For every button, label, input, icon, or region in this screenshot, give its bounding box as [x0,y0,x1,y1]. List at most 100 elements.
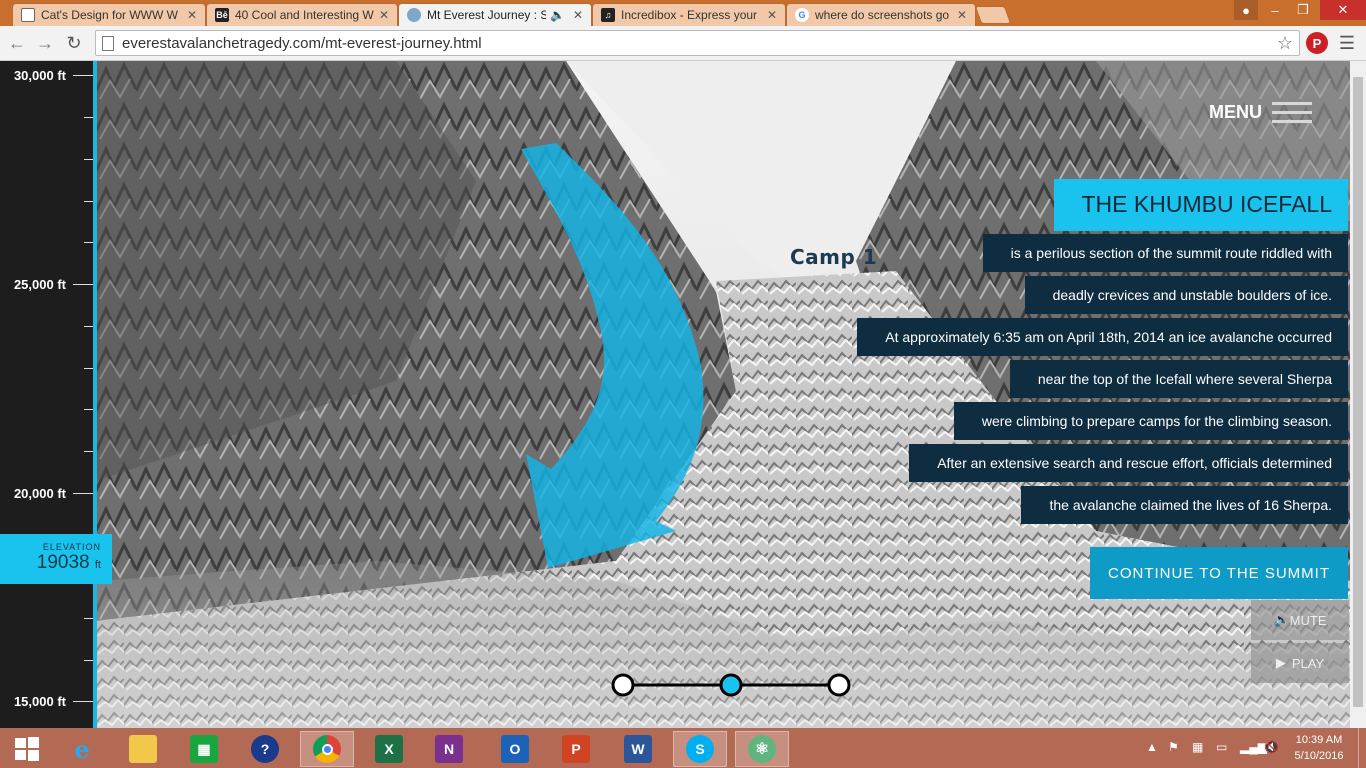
word-icon: W [624,735,652,763]
forward-button[interactable]: → [34,32,56,54]
elevation-value: 19038 [36,552,90,573]
store-icon: ▦ [190,735,218,763]
close-icon[interactable]: ✕ [187,8,197,22]
taskbar-explorer[interactable] [116,731,170,767]
file-explorer-icon [129,735,157,763]
ruler-tick [73,284,93,285]
reload-button[interactable]: ↻ [63,32,85,54]
close-icon[interactable]: ✕ [379,8,389,22]
taskbar-atom[interactable]: ⚛ [735,731,789,767]
menu-label: MENU [1209,102,1262,122]
story-title: THE KHUMBU ICEFALL [1053,179,1348,231]
play-icon: ▶ [1275,655,1286,670]
mute-button[interactable]: 🔈 MUTE [1251,600,1349,640]
speaker-icon: 🔈 [549,8,565,22]
story-line: At approximately 6:35 am on April 18th, … [857,318,1348,356]
back-button[interactable]: ← [6,32,28,54]
tab-4[interactable]: G where do screenshots go ✕ [786,3,976,26]
story-line: were climbing to prepare camps for the c… [953,402,1348,440]
address-bar[interactable]: everestavalanchetragedy.com/mt-everest-j… [95,30,1300,56]
tab-3[interactable]: ♫ Incredibox - Express your ✕ [592,3,786,26]
signal-icon[interactable]: ▂▄▆ [1240,740,1267,754]
ruler-tick [73,75,93,76]
ruler-tick [84,201,93,202]
taskbar-help[interactable]: ? [238,731,292,767]
hamburger-icon [1272,96,1312,129]
document-icon [21,8,35,22]
url-text: everestavalanchetragedy.com/mt-everest-j… [122,34,482,52]
timeline-step-1[interactable] [611,673,635,697]
story-line: the avalanche claimed the lives of 16 Sh… [1021,486,1348,524]
tab-strip: Cat's Design for WWW W ✕ Bē 40 Cool and … [0,0,1366,26]
ruler-label-15000: 15,000 ft [13,694,66,709]
minimize-button[interactable]: – [1262,0,1288,20]
page-content: 30,000 ft 25,000 ft 20,000 ft 15,000 ft … [0,61,1366,728]
taskbar-skype[interactable]: S [673,731,727,767]
taskbar: e ▦ ? X N O P W S ⚛ ▲ ⚑ ▦ ▭ ▂▄▆ 🔇 10:39 … [0,728,1366,768]
tab-label: where do screenshots go [815,8,950,22]
menu-button[interactable]: MENU [1209,96,1312,129]
flag-icon[interactable]: ⚑ [1168,740,1179,754]
elevation-unit: ft [94,559,101,571]
taskbar-outlook[interactable]: O [488,731,542,767]
ruler-tick [84,409,93,410]
browser-toolbar: ← → ↻ everestavalanchetragedy.com/mt-eve… [0,26,1366,61]
story-line: near the top of the Icefall where severa… [1009,360,1348,398]
taskbar-excel[interactable]: X [362,731,416,767]
windows-icon[interactable]: ▦ [1192,740,1203,754]
start-button[interactable] [0,731,54,767]
scrollbar-thumb[interactable] [1353,77,1363,707]
page-scrollbar[interactable] [1350,61,1366,728]
ruler-line [93,61,97,728]
chrome-icon [313,735,341,763]
tab-2[interactable]: Mt Everest Journey : Sh 🔈 ✕ [398,3,592,26]
timeline [611,673,851,697]
user-icon[interactable]: ● [1234,0,1258,20]
play-button[interactable]: ▶ PLAY [1251,643,1349,683]
elevation-ruler: 30,000 ft 25,000 ft 20,000 ft 15,000 ft [0,61,93,728]
system-clock[interactable]: 10:39 AM 5/10/2016 [1286,732,1352,764]
timeline-step-2[interactable] [719,673,743,697]
taskbar-powerpoint[interactable]: P [549,731,603,767]
page-info-icon [102,35,114,51]
taskbar-word[interactable]: W [611,731,665,767]
new-tab-button[interactable] [974,6,1012,24]
taskbar-onenote[interactable]: N [422,731,476,767]
volume-icon[interactable]: 🔇 [1264,740,1279,754]
ruler-tick [84,326,93,327]
elevation-label: ELEVATION [42,542,101,552]
taskbar-chrome[interactable] [300,731,354,767]
timeline-step-3[interactable] [827,673,851,697]
close-icon[interactable]: ✕ [957,8,967,22]
ruler-tick [84,159,93,160]
restore-button[interactable]: ❐ [1290,0,1316,20]
ruler-label-20000: 20,000 ft [13,486,66,501]
clock-time: 10:39 AM [1295,734,1343,746]
ruler-tick [73,493,93,494]
taskbar-ie[interactable]: e [55,731,109,767]
pinterest-icon[interactable]: P [1306,32,1328,54]
bookmark-star-icon[interactable]: ☆ [1277,33,1293,54]
page-icon [407,8,421,22]
monitor-icon[interactable]: ▭ [1216,740,1227,754]
ruler-tick [84,368,93,369]
ie-icon: e [74,734,90,764]
close-icon[interactable]: ✕ [573,8,583,22]
continue-to-summit-button[interactable]: CONTINUE TO THE SUMMIT [1089,547,1348,599]
onenote-icon: N [435,735,463,763]
tab-1[interactable]: Bē 40 Cool and Interesting W ✕ [206,3,398,26]
tray-overflow-icon[interactable]: ▲ [1146,740,1158,754]
ruler-label-30000: 30,000 ft [13,68,66,83]
camp-label: Camp 1 [790,245,878,269]
ruler-tick [73,701,93,702]
story-line: After an extensive search and rescue eff… [909,444,1348,482]
tab-0[interactable]: Cat's Design for WWW W ✕ [12,3,206,26]
taskbar-store[interactable]: ▦ [177,731,231,767]
tab-label: Mt Everest Journey : Sh [427,8,546,22]
close-window-button[interactable]: ✕ [1320,0,1366,20]
ruler-tick [84,618,93,619]
chrome-menu-icon[interactable]: ☰ [1336,32,1358,54]
tab-label: Incredibox - Express your [621,8,758,22]
show-desktop-button[interactable] [1358,728,1366,768]
close-icon[interactable]: ✕ [767,8,777,22]
